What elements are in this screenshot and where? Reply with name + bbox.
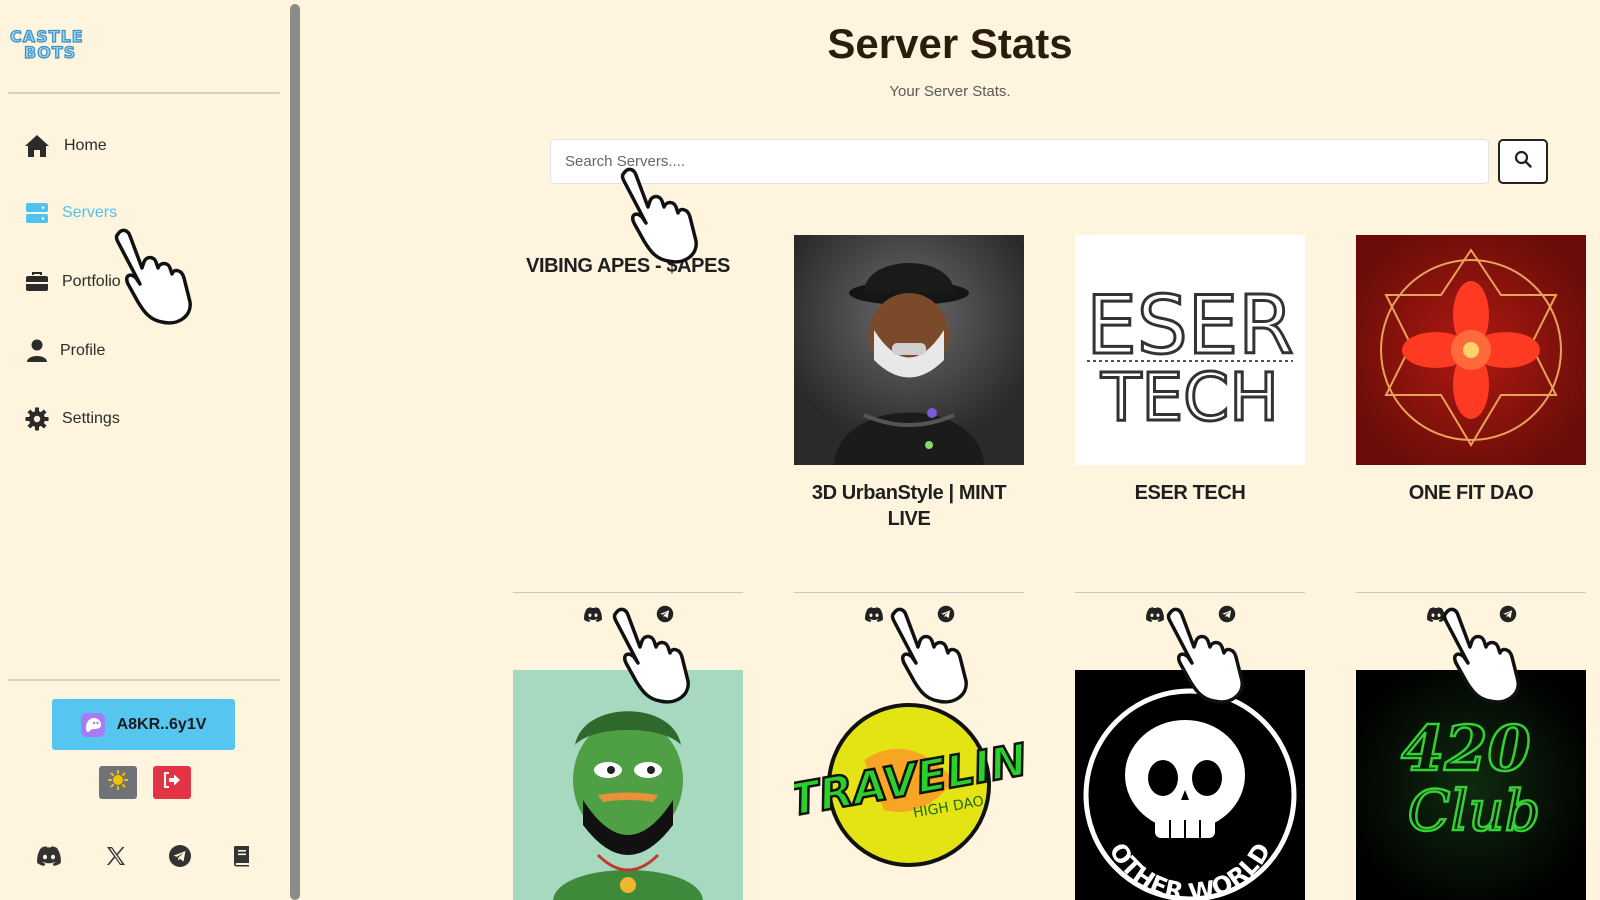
briefcase-icon [24, 269, 50, 295]
sidebar-item-label: Home [64, 137, 107, 154]
user-icon [24, 338, 50, 364]
svg-text:TECH: TECH [1100, 359, 1279, 436]
sidebar-item-servers[interactable]: Servers [24, 196, 117, 230]
server-card-image[interactable]: ESER TECH [1075, 235, 1305, 465]
sidebar-item-label: Portfolio [62, 273, 121, 290]
gear-icon [24, 406, 50, 432]
sidebar-item-portfolio[interactable]: Portfolio [24, 265, 121, 299]
sidebar-scrollbar[interactable] [290, 4, 300, 900]
discord-icon[interactable] [1145, 604, 1165, 624]
sidebar-item-home[interactable]: Home [24, 129, 107, 163]
card-divider [1075, 592, 1305, 593]
svg-text:Club: Club [1408, 779, 1541, 844]
docs-icon[interactable] [228, 842, 256, 870]
card-divider [513, 592, 743, 593]
server-card-image[interactable] [1356, 235, 1586, 465]
sidebar-item-label: Servers [62, 204, 118, 221]
telegram-icon[interactable] [166, 842, 194, 870]
search-button[interactable] [1498, 139, 1548, 184]
discord-icon[interactable] [583, 604, 603, 624]
sidebar-item-label: Profile [60, 342, 106, 359]
server-card-name[interactable]: VIBING APES - $APES [513, 253, 743, 279]
telegram-icon[interactable] [1498, 604, 1518, 624]
phantom-icon [80, 712, 105, 737]
server-card-image[interactable]: OTHER WORLD [1075, 670, 1305, 900]
svg-text:BOTS: BOTS [24, 43, 76, 62]
card-divider [1356, 592, 1586, 593]
card-links [794, 604, 1024, 624]
discord-icon[interactable] [864, 604, 884, 624]
castle-bots-logo[interactable]: CASTLE BOTS [8, 26, 98, 62]
card-divider [794, 592, 1024, 593]
server-card-name[interactable]: ESER TECH [1075, 480, 1305, 506]
wallet-address: A8KR..6y1V [116, 715, 207, 733]
page-subtitle: Your Server Stats. [889, 83, 1011, 100]
theme-toggle-button[interactable] [99, 766, 137, 799]
sidebar-item-profile[interactable]: Profile [24, 334, 105, 368]
search-icon [1514, 150, 1532, 173]
x-icon[interactable] [102, 842, 130, 870]
card-links [513, 604, 743, 624]
sidebar: CASTLE BOTS Home Servers Portfolio Profi… [0, 0, 286, 900]
server-card-name[interactable]: ONE FIT DAO [1356, 480, 1586, 506]
sidebar-divider [8, 679, 280, 681]
svg-text:OTHER WORLD: OTHER WORLD [1104, 838, 1277, 900]
sidebar-divider [8, 92, 280, 94]
discord-icon[interactable] [1426, 604, 1446, 624]
server-card-name[interactable]: 3D UrbanStyle | MINT LIVE [794, 480, 1024, 532]
telegram-icon[interactable] [936, 604, 956, 624]
card-links [1356, 604, 1586, 624]
telegram-icon[interactable] [655, 604, 675, 624]
wallet-button[interactable]: A8KR..6y1V [52, 699, 235, 750]
svg-text:420: 420 [1401, 712, 1530, 785]
servers-icon [24, 200, 50, 226]
logout-button[interactable] [153, 766, 191, 799]
card-links [1075, 604, 1305, 624]
search-input[interactable] [550, 139, 1489, 184]
sidebar-item-label: Settings [62, 410, 120, 427]
sidebar-item-settings[interactable]: Settings [24, 402, 120, 436]
discord-icon[interactable] [35, 842, 63, 870]
telegram-icon[interactable] [1217, 604, 1237, 624]
server-card-image[interactable]: 420 Club [1356, 670, 1586, 900]
home-icon [24, 133, 50, 159]
page-title: Server Stats [827, 20, 1073, 67]
server-card-image[interactable] [794, 235, 1024, 465]
server-card-image[interactable]: TRAVELIN HIGH DAO [794, 670, 1024, 900]
sun-icon [107, 769, 129, 795]
server-card-image[interactable] [513, 670, 743, 900]
logout-icon [163, 772, 181, 793]
